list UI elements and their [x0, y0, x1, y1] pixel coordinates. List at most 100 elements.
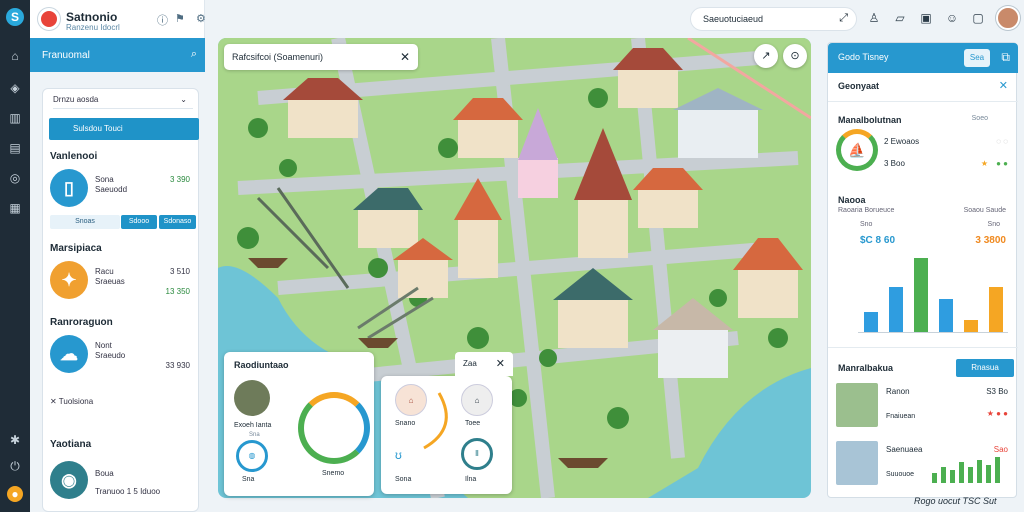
list-thumb-1[interactable]	[836, 383, 878, 427]
window-icon[interactable]: ⧉	[1001, 50, 1010, 65]
left-rail: S ⌂ ◈ ▥ ▤ ◎ ▦ ✱ ⏻ ●	[0, 0, 30, 512]
star-icon[interactable]: ★	[981, 159, 988, 168]
item1-value: 3 390	[169, 175, 190, 184]
item1-name: Sona	[95, 175, 114, 184]
chart-right-value: 3 3800	[975, 235, 1006, 246]
place-icon-4: ◉	[50, 461, 88, 499]
chart-subtitle-2: Soaou Saude	[963, 207, 1006, 214]
section-title-3: Ranroraguon	[50, 317, 113, 328]
brand-bar: Satnonio Ranzenu Idocrl ⓘ ⚑ ⚙	[30, 0, 206, 38]
user-icon[interactable]: ♙	[866, 10, 882, 26]
item2-value2: 13 350	[165, 287, 190, 296]
brand-title: Satnonio	[66, 10, 118, 24]
power-icon[interactable]: ⏻	[7, 458, 23, 474]
list-item2-value: Sao	[993, 445, 1008, 454]
mid-label-2: Toee	[465, 420, 481, 427]
map-search-text: Rafcsifcoi (Soamenuri)	[232, 52, 324, 62]
chart-icon[interactable]: ▥	[7, 110, 23, 126]
gauge-icon: ⛵	[836, 129, 878, 171]
calendar-icon[interactable]: ▦	[7, 200, 23, 216]
top-search-text: Saeuotuciaeud	[703, 14, 764, 24]
pill-3[interactable]: Sdonaso	[159, 215, 196, 229]
mid-label-4: Ilna	[465, 476, 477, 483]
logo-icon[interactable]: S	[6, 8, 24, 26]
pill-1[interactable]: Snoas	[50, 215, 120, 229]
camera-icon[interactable]: ▣	[918, 10, 934, 26]
flag-icon[interactable]: ⚑	[175, 12, 185, 25]
mid-label-1: Snano	[395, 420, 416, 427]
item3-sub: Sraeudo	[95, 351, 126, 360]
place-icon-1: ▯	[50, 169, 88, 207]
dot-icon[interactable]: ● ●	[996, 159, 1008, 168]
spark-bar-4	[959, 462, 964, 483]
mid-label-3: Sona	[395, 476, 412, 483]
list-action-button[interactable]: Rnasua	[956, 359, 1014, 377]
map-pin-icon[interactable]: ◍	[236, 440, 268, 472]
close-icon[interactable]: ✕	[496, 357, 505, 370]
location-icon[interactable]: ⊙	[783, 44, 807, 68]
top-search-input[interactable]: Saeuotuciaeud ⤢	[690, 7, 857, 31]
document-icon[interactable]: ▱	[892, 10, 908, 26]
chart-bar-3	[913, 258, 928, 332]
bookmark-icon[interactable]: ▤	[7, 140, 23, 156]
gauge-a-value: Soeo	[971, 115, 988, 122]
close-icon[interactable]: ✕	[999, 79, 1008, 92]
thumb1-label: Exoeh Ianta	[234, 422, 272, 429]
chart-left-value: $C 8 60	[860, 235, 896, 246]
thumb-image-1[interactable]	[234, 380, 270, 416]
tools-row[interactable]: ✕ Tuolsiona	[50, 397, 93, 406]
user-icon[interactable]: ●	[7, 486, 23, 502]
header-action-button[interactable]: Sea	[964, 49, 990, 67]
primary-action-button[interactable]: Sulsdou Touci	[49, 118, 199, 140]
layers-icon[interactable]: ◈	[7, 80, 23, 96]
chart-bar-1	[863, 311, 878, 332]
map-card-left[interactable]: Raodiuntaao Exoeh Ianta Sna ◍ Sna Snemo	[224, 352, 374, 496]
list-thumb-2[interactable]	[836, 441, 878, 485]
expand-icon[interactable]: ⤢	[839, 12, 848, 25]
loop-icon[interactable]: ʊ	[395, 448, 402, 462]
item4-sub: Tranuoo 1 5 Iduoo	[95, 487, 161, 496]
section-title-4: Yaotiana	[50, 439, 92, 450]
info-icon[interactable]: ⓘ	[157, 12, 168, 28]
home-icon[interactable]: ⌂	[7, 48, 23, 64]
section-title-2: Marsipiaca	[50, 243, 102, 254]
chart-left-label: Sno	[860, 221, 873, 228]
map-card-mid[interactable]: Zaa ✕ ⌂ ⌂ Snano Toee ʊ Ⅱ Sona Ilna	[381, 352, 513, 494]
close-icon[interactable]: ✕	[400, 50, 410, 64]
gallery-icon[interactable]: ▢	[970, 10, 986, 26]
emoji-icon[interactable]: ☺	[944, 10, 960, 26]
list-item2-name: Saenuaea	[886, 445, 923, 454]
map-card-mid-header: Zaa ✕	[455, 352, 513, 376]
tools-icon[interactable]: ⚙	[196, 12, 206, 25]
route-icon[interactable]: ↗	[754, 44, 778, 68]
spark-bar-8	[995, 457, 1000, 483]
category-select[interactable]: Drnzu aosda ⌄	[53, 95, 193, 109]
search-icon[interactable]: ⌕	[191, 48, 197, 61]
chart-bar-5	[963, 319, 978, 332]
left-panel: Drnzu aosda ⌄ Sulsdou Touci Vanlenooi ▯ …	[42, 88, 199, 512]
item1-sub: Saeuodd	[95, 185, 128, 194]
sidebar-header-label: Franuomal	[42, 50, 90, 61]
spark-bar-5	[968, 467, 973, 483]
category-select-label: Drnzu aosda	[53, 95, 99, 104]
spark-chart	[932, 457, 1008, 483]
settings-icon[interactable]: ✱	[7, 432, 23, 448]
spark-bar-1	[932, 472, 937, 483]
close-icon: ✕	[50, 397, 59, 406]
toggle-icon[interactable]: ◌ ◌	[996, 137, 1008, 146]
map-card-mid-title: Zaa	[463, 359, 477, 368]
footer-text: Rogo uocut TSC Sut	[914, 496, 997, 506]
place-icon-2: ✦	[50, 261, 88, 299]
progress-ring	[298, 392, 370, 464]
map-search-input[interactable]: Rafcsifcoi (Soamenuri) ✕	[224, 44, 418, 70]
item3-name: Nont	[95, 341, 112, 350]
gauge-b-label: 3 Boo	[884, 159, 905, 168]
item2-sub: Sraeuas	[95, 277, 125, 286]
pin-icon[interactable]: Ⅱ	[461, 438, 493, 470]
section-title-gauge: Manalbolutnan	[838, 115, 902, 125]
avatar[interactable]	[996, 6, 1020, 30]
chart-bar-2	[888, 286, 903, 332]
compass-icon[interactable]: ◎	[7, 170, 23, 186]
right-panel-header: Godo Tisney Sea ⧉	[828, 43, 1018, 73]
pill-2[interactable]: Sdooo	[121, 215, 157, 229]
